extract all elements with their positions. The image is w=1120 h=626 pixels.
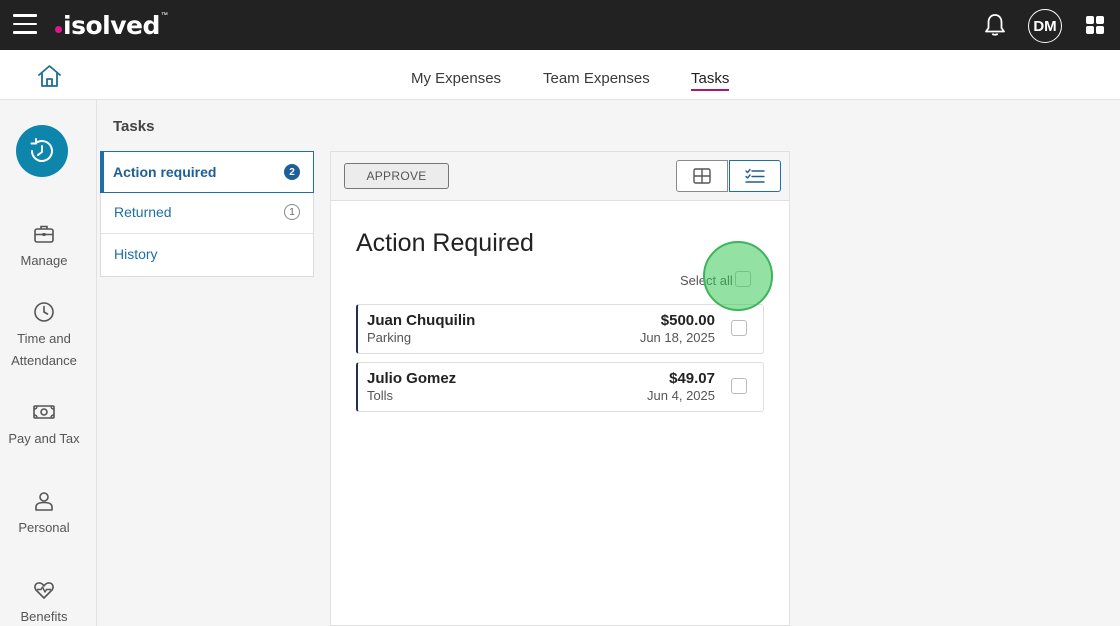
task-filter-action-required[interactable]: Action required 2 — [100, 151, 314, 193]
logo-text: isolved — [63, 10, 160, 40]
money-icon — [33, 405, 55, 419]
briefcase-icon — [34, 225, 54, 243]
home-icon[interactable] — [36, 63, 63, 89]
tab-tasks[interactable]: Tasks — [691, 70, 730, 91]
tasks-heading: Tasks — [113, 118, 155, 135]
expense-category: Parking — [367, 330, 412, 345]
expense-card[interactable]: Juan Chuquilin Parking $500.00 Jun 18, 2… — [356, 304, 764, 354]
tab-my-expenses[interactable]: My Expenses — [411, 70, 501, 87]
expense-category: Tolls — [367, 388, 394, 403]
expense-checkbox[interactable] — [731, 378, 747, 394]
employee-name: Juan Chuquilin — [367, 312, 476, 329]
task-filter-history[interactable]: History — [101, 234, 313, 276]
expense-date: Jun 18, 2025 — [639, 330, 715, 345]
rail-item-label: Personal — [18, 520, 70, 535]
rail-item-label: Pay and Tax — [8, 431, 80, 446]
task-filter-label: History — [114, 246, 158, 262]
count-badge: 2 — [284, 164, 300, 180]
expense-checkbox[interactable] — [731, 320, 747, 336]
hamburger-menu-icon[interactable] — [13, 14, 37, 34]
checklist-icon — [745, 168, 765, 183]
top-bar: isolved ™ DM — [0, 0, 1120, 50]
isolved-logo[interactable]: isolved ™ — [55, 8, 168, 42]
action-required-panel: APPROVE Action Required Select all Juan … — [330, 151, 790, 626]
rail-item-pay-and-tax[interactable]: Pay and Tax — [0, 400, 88, 450]
person-icon — [35, 492, 53, 511]
grid-view-button[interactable] — [676, 160, 728, 192]
clock-icon — [34, 302, 54, 322]
count-badge: 1 — [284, 204, 300, 220]
left-rail: Manage Time and Attendance Pay and Tax P… — [0, 100, 97, 626]
expense-card[interactable]: Julio Gomez Tolls $49.07 Jun 4, 2025 — [356, 362, 764, 412]
rail-item-label: Time and Attendance — [11, 331, 77, 368]
rail-item-time-and-attendance[interactable]: Time and Attendance — [0, 300, 88, 372]
task-filter-label: Returned — [114, 204, 172, 220]
rail-item-benefits[interactable]: Benefits — [0, 578, 88, 626]
expense-amount: $500.00 — [660, 312, 715, 329]
heart-pulse-icon — [34, 582, 54, 599]
select-all-checkbox[interactable] — [735, 271, 751, 287]
section-title: Action Required — [356, 229, 534, 257]
grid-view-icon — [693, 168, 711, 184]
employee-name: Julio Gomez — [367, 370, 457, 387]
expense-amount: $49.07 — [669, 370, 715, 387]
expenses-app-button[interactable] — [16, 125, 68, 177]
logo-trademark: ™ — [160, 12, 168, 19]
expense-date: Jun 4, 2025 — [647, 388, 715, 403]
task-filter-label: Action required — [113, 164, 217, 180]
user-avatar[interactable]: DM — [1028, 9, 1062, 43]
bell-icon[interactable] — [982, 12, 1008, 38]
task-filter-list: Action required 2 Returned 1 History — [100, 151, 314, 277]
rail-item-manage[interactable]: Manage — [0, 222, 88, 272]
select-all-label[interactable]: Select all — [680, 273, 733, 288]
panel-toolbar: APPROVE — [331, 152, 789, 201]
logo-dot — [55, 25, 62, 33]
approve-button[interactable]: APPROVE — [344, 163, 449, 189]
tab-team-expenses[interactable]: Team Expenses — [543, 70, 650, 87]
task-filter-returned[interactable]: Returned 1 — [101, 192, 313, 234]
rail-item-label: Benefits — [20, 609, 68, 624]
apps-grid-icon[interactable] — [1086, 16, 1104, 34]
refresh-clock-icon — [30, 138, 53, 162]
rail-item-label: Manage — [20, 253, 68, 268]
list-view-button[interactable] — [729, 160, 781, 192]
expenses-nav: My Expenses Team Expenses Tasks — [0, 50, 1120, 100]
rail-item-personal[interactable]: Personal — [0, 489, 88, 539]
